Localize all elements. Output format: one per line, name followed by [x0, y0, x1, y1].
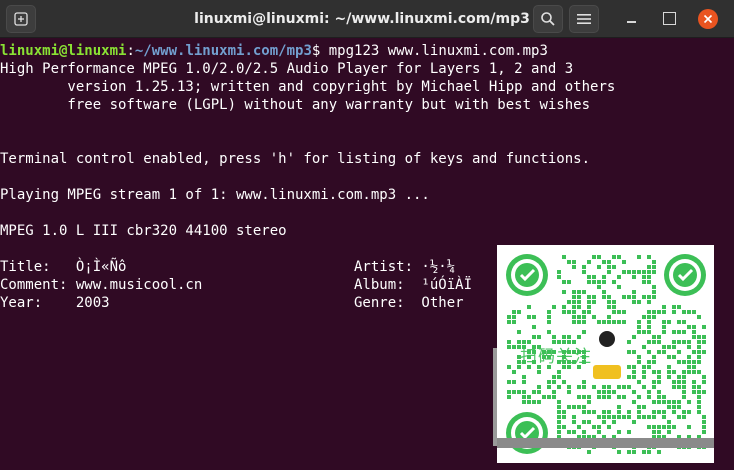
output-line: Year: 2003 Genre: Other [0, 295, 464, 311]
title-bar: linuxmi@linuxmi: ~/www.linuxmi.com/mp3 [0, 0, 734, 38]
output-line: free software (LGPL) without any warrant… [0, 97, 591, 113]
close-button[interactable] [698, 9, 718, 29]
output-line: version 1.25.13; written and copyright b… [0, 79, 616, 95]
output-line: Terminal control enabled, press 'h' for … [0, 151, 591, 167]
maximize-button[interactable] [663, 12, 676, 25]
window-title: linuxmi@linuxmi: ~/www.linuxmi.com/mp3 [194, 11, 530, 27]
minimize-button[interactable] [624, 12, 638, 26]
prompt-line: linuxmi@linuxmi:~/www.linuxmi.com/mp3$ m… [0, 42, 548, 60]
minimize-icon [626, 21, 636, 23]
output-line: Comment: www.musicool.cn Album: ¹úÓïÀÏ [0, 277, 473, 293]
new-tab-button[interactable] [6, 5, 36, 33]
search-button[interactable] [533, 5, 563, 33]
hamburger-menu-icon [577, 14, 591, 24]
qr-bottom-strip [497, 438, 714, 448]
prompt-symbol: $ [311, 43, 329, 59]
menu-button[interactable] [569, 5, 599, 33]
output-line: Title: Ò¡Ì«Ñô Artist: ·½·¼ [0, 259, 456, 275]
close-icon [703, 14, 713, 24]
new-tab-icon [14, 12, 28, 26]
prompt-user: linuxmi@linuxmi [0, 43, 127, 59]
qr-banner-text: 扫码关注 [520, 347, 592, 366]
prompt-separator: : [126, 43, 135, 59]
prompt-path: ~/www.linuxmi.com/mp3 [134, 43, 312, 59]
output-line: Playing MPEG stream 1 of 1: www.linuxmi.… [0, 187, 430, 203]
command-text: mpg123 www.linuxmi.com.mp3 [328, 43, 548, 59]
output-line: High Performance MPEG 1.0/2.0/2.5 Audio … [0, 61, 574, 77]
search-icon [541, 12, 555, 26]
output-line: MPEG 1.0 L III cbr320 44100 stereo [0, 223, 287, 239]
